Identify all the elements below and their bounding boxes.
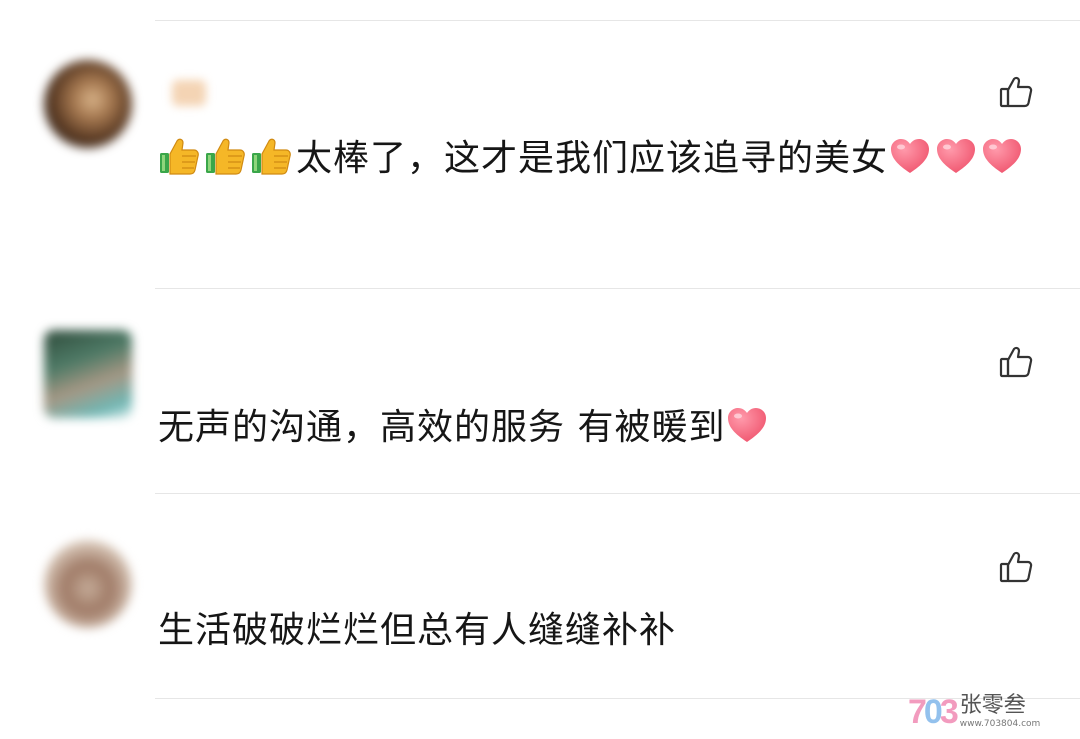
comment-text-body: 生活破破烂烂但总有人缝缝补补 xyxy=(158,610,677,651)
watermark: 703 张零叁 www.703804.com xyxy=(908,690,1068,734)
avatar[interactable] xyxy=(44,330,132,418)
like-icon[interactable] xyxy=(998,74,1034,110)
watermark-logo: 703 xyxy=(908,692,959,731)
comment-user-meta xyxy=(158,76,220,110)
like-icon[interactable] xyxy=(998,549,1034,585)
avatar[interactable] xyxy=(44,60,132,148)
comment-text-body: 无声的沟通，高效的服务 有被暖到 xyxy=(158,407,726,448)
watermark-name: 张零叁 xyxy=(959,693,1026,718)
divider xyxy=(155,493,1080,494)
emoji-suffix xyxy=(888,138,1026,179)
avatar[interactable] xyxy=(44,540,132,628)
comment-user-meta xyxy=(158,346,172,380)
emoji-suffix xyxy=(725,407,771,448)
comment-text: 无声的沟通，高效的服务 有被暖到 xyxy=(158,401,1038,455)
like-icon[interactable] xyxy=(998,344,1034,380)
thumbs-up-emoji-icon xyxy=(252,138,291,175)
comment-user-meta xyxy=(158,551,172,585)
user-badge xyxy=(172,80,206,106)
heart-emoji-icon xyxy=(728,408,767,442)
divider-top xyxy=(155,20,1080,21)
thumbs-up-emoji-icon xyxy=(206,138,245,175)
comment-text: 太棒了，这才是我们应该追寻的美女 xyxy=(158,132,1038,186)
emoji-prefix xyxy=(158,138,296,179)
thumbs-up-emoji-icon xyxy=(160,138,199,175)
divider xyxy=(155,288,1080,289)
comment-text: 生活破破烂烂但总有人缝缝补补 xyxy=(158,604,1038,658)
heart-emoji-icon xyxy=(937,139,976,173)
comment-text-body: 太棒了，这才是我们应该追寻的美女 xyxy=(296,138,889,179)
heart-emoji-icon xyxy=(891,139,930,173)
heart-emoji-icon xyxy=(983,139,1022,173)
watermark-url: www.703804.com xyxy=(959,719,1041,729)
